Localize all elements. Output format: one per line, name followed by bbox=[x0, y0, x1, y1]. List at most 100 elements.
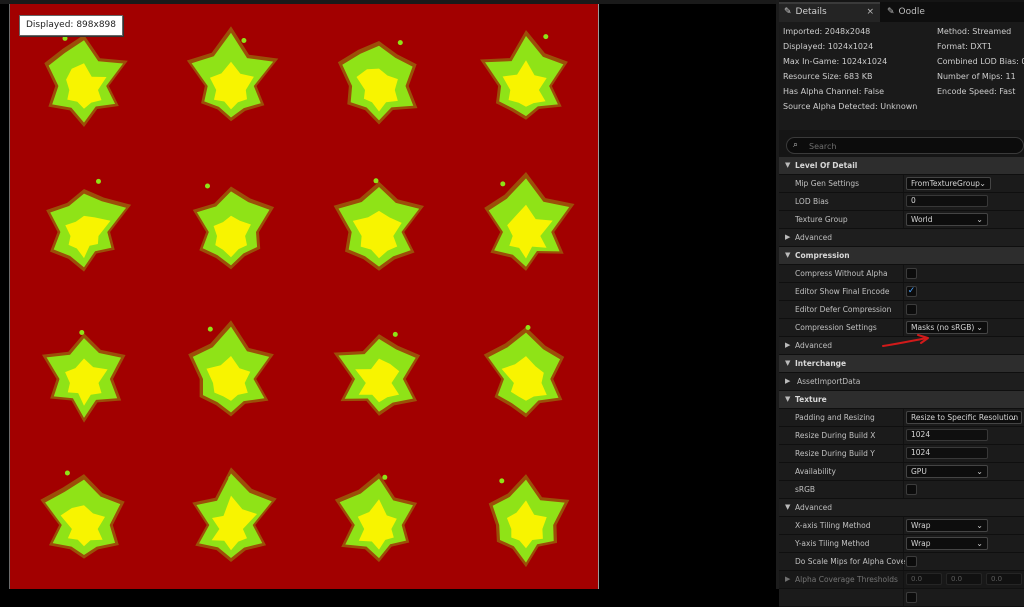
chevron-down-icon: ⌄ bbox=[1010, 413, 1017, 422]
prop-compress-without-alpha: Compress Without Alpha bbox=[779, 265, 1024, 283]
dropdown-value: Resize to Specific Resolution bbox=[911, 413, 1019, 422]
padding-and-resizing-dropdown[interactable]: Resize to Specific Resolution ⌄ bbox=[906, 411, 1022, 424]
column-divider bbox=[903, 571, 904, 588]
category-label: Level Of Detail bbox=[795, 161, 858, 170]
dropdown-value: World bbox=[911, 215, 933, 224]
flame-spark bbox=[525, 324, 531, 330]
availability-dropdown[interactable]: GPU ⌄ bbox=[906, 465, 988, 478]
flame-frame bbox=[29, 319, 139, 429]
prop-alpha-coverage-thresholds: ▶ Alpha Coverage Thresholds 0.0 0.0 0.0 bbox=[779, 571, 1024, 589]
srgb-checkbox[interactable] bbox=[906, 484, 917, 495]
column-divider bbox=[903, 535, 904, 552]
compress-without-alpha-checkbox[interactable] bbox=[906, 268, 917, 279]
column-divider bbox=[903, 175, 904, 192]
texture-viewport[interactable]: Displayed: 898x898 bbox=[0, 0, 776, 589]
flame-spark bbox=[382, 474, 388, 480]
prop-label: LOD Bias bbox=[795, 197, 829, 206]
y-tiling-dropdown[interactable]: Wrap ⌄ bbox=[906, 537, 988, 550]
column-divider bbox=[903, 265, 904, 282]
category-level-of-detail[interactable]: ▼ Level Of Detail bbox=[779, 157, 1024, 175]
chevron-right-icon: ▶ bbox=[785, 575, 791, 583]
prop-label: Compress Without Alpha bbox=[795, 269, 888, 278]
prop-label: Resize During Build X bbox=[795, 431, 876, 440]
flame-frame bbox=[29, 172, 139, 282]
category-compression[interactable]: ▼ Compression bbox=[779, 247, 1024, 265]
prop-label: Availability bbox=[795, 467, 836, 476]
search-box[interactable]: ⌕ bbox=[786, 137, 1024, 154]
editor-show-final-encode-checkbox[interactable]: ✓ bbox=[906, 286, 917, 297]
info-has-alpha: Has Alpha Channel: False bbox=[783, 87, 885, 96]
texture-preview[interactable] bbox=[9, 4, 599, 589]
column-divider bbox=[903, 301, 904, 318]
chevron-down-icon: ⌄ bbox=[979, 179, 986, 188]
next-row-checkbox[interactable] bbox=[906, 592, 917, 603]
search-icon: ⌕ bbox=[793, 140, 799, 150]
do-scale-mips-checkbox[interactable] bbox=[906, 556, 917, 567]
column-divider bbox=[903, 283, 904, 300]
x-tiling-dropdown[interactable]: Wrap ⌄ bbox=[906, 519, 988, 532]
prop-label: Padding and Resizing bbox=[795, 413, 875, 422]
prop-label: X-axis Tiling Method bbox=[795, 521, 871, 530]
flame-spark bbox=[228, 475, 234, 481]
prop-y-tiling: Y-axis Tiling Method Wrap ⌄ bbox=[779, 535, 1024, 553]
flame-frame bbox=[176, 465, 286, 575]
prop-x-tiling: X-axis Tiling Method Wrap ⌄ bbox=[779, 517, 1024, 535]
alpha-threshold-z[interactable]: 0.0 bbox=[986, 573, 1022, 585]
prop-label: Compression Settings bbox=[795, 323, 877, 332]
column-divider bbox=[903, 193, 904, 210]
column-divider bbox=[903, 589, 904, 606]
flame-frame bbox=[176, 319, 286, 429]
close-icon[interactable]: × bbox=[866, 4, 874, 21]
category-label: Interchange bbox=[795, 359, 847, 368]
prop-resize-y: Resize During Build Y 1024 bbox=[779, 445, 1024, 463]
flame-frame bbox=[176, 26, 286, 136]
flame-spark bbox=[500, 181, 506, 187]
info-displayed: Displayed: 1024x1024 bbox=[783, 42, 874, 51]
prop-texture-group: Texture Group World ⌄ bbox=[779, 211, 1024, 229]
category-interchange[interactable]: ▼ Interchange bbox=[779, 355, 1024, 373]
dropdown-value: FromTextureGroup bbox=[911, 179, 980, 188]
chevron-right-icon: ▶ bbox=[785, 377, 791, 385]
flame-spark bbox=[62, 36, 68, 42]
resize-y-input[interactable]: 1024 bbox=[906, 447, 988, 459]
prop-srgb: sRGB bbox=[779, 481, 1024, 499]
prop-padding-and-resizing: Padding and Resizing Resize to Specific … bbox=[779, 409, 1024, 427]
property-list: ▼ Level Of Detail Mip Gen Settings FromT… bbox=[779, 157, 1024, 607]
flame-frame bbox=[29, 26, 139, 136]
category-texture[interactable]: ▼ Texture bbox=[779, 391, 1024, 409]
lod-advanced-group[interactable]: ▶ Advanced bbox=[779, 229, 1024, 247]
texture-group-dropdown[interactable]: World ⌄ bbox=[906, 213, 988, 226]
alpha-threshold-x[interactable]: 0.0 bbox=[906, 573, 942, 585]
flame-spark bbox=[79, 329, 85, 335]
info-encode-speed: Encode Speed: Fast bbox=[937, 87, 1016, 96]
flame-spark bbox=[392, 331, 398, 337]
chevron-down-icon: ▼ bbox=[785, 359, 791, 367]
flame-spark bbox=[205, 183, 211, 189]
editor-defer-compression-checkbox[interactable] bbox=[906, 304, 917, 315]
column-divider bbox=[903, 211, 904, 228]
search-input[interactable] bbox=[807, 139, 1011, 154]
tab-details-label: Details bbox=[795, 7, 827, 17]
chevron-down-icon: ⌄ bbox=[976, 539, 983, 548]
prop-label: Editor Show Final Encode bbox=[795, 287, 890, 296]
tab-oodle[interactable]: ✎ Oodle bbox=[882, 2, 982, 22]
prop-label: Y-axis Tiling Method bbox=[795, 539, 870, 548]
group-label: Advanced bbox=[795, 341, 833, 350]
prop-editor-defer-compression: Editor Defer Compression bbox=[779, 301, 1024, 319]
tab-details[interactable]: ✎ Details × bbox=[779, 2, 880, 22]
prop-mip-gen-settings: Mip Gen Settings FromTextureGroup ⌄ bbox=[779, 175, 1024, 193]
lod-bias-input[interactable]: 0 bbox=[906, 195, 988, 207]
asset-import-data-group[interactable]: ▶ AssetImportData bbox=[779, 373, 1024, 391]
flame-spark bbox=[397, 40, 403, 46]
flame-spark bbox=[373, 178, 379, 184]
prop-label: Mip Gen Settings bbox=[795, 179, 860, 188]
info-num-mips: Number of Mips: 11 bbox=[937, 72, 1016, 81]
flame-frame bbox=[324, 465, 434, 575]
chevron-down-icon: ⌄ bbox=[976, 521, 983, 530]
chevron-down-icon: ▼ bbox=[785, 161, 791, 169]
texture-advanced-group[interactable]: ▼ Advanced bbox=[779, 499, 1024, 517]
resize-x-input[interactable]: 1024 bbox=[906, 429, 988, 441]
mip-gen-dropdown[interactable]: FromTextureGroup ⌄ bbox=[906, 177, 991, 190]
alpha-threshold-y[interactable]: 0.0 bbox=[946, 573, 982, 585]
checkmark-icon: ✓ bbox=[907, 286, 916, 296]
